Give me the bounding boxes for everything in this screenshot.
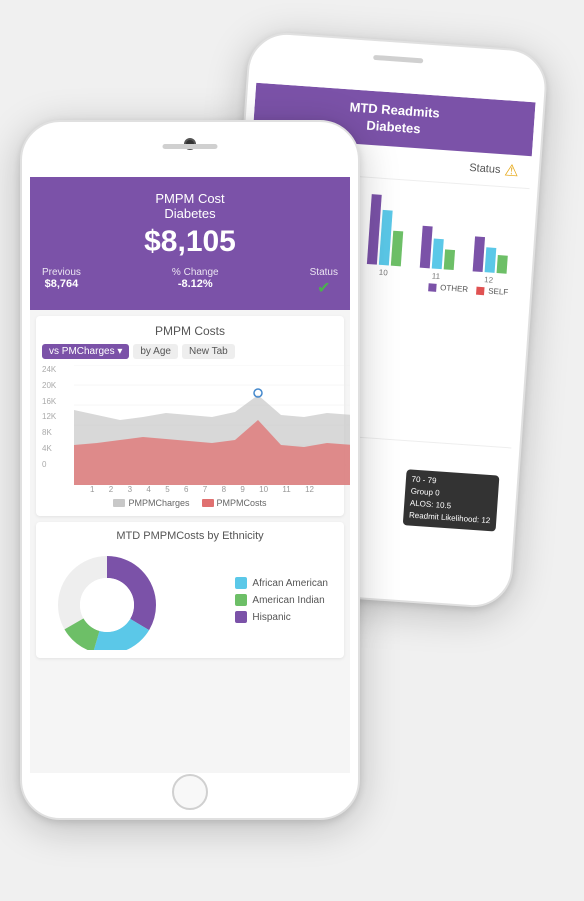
bar-label-11: 11 (432, 271, 441, 281)
y-label-0: 0 (42, 460, 66, 469)
african-american-label: African American (252, 578, 328, 589)
front-phone-home-button[interactable] (172, 774, 208, 810)
bar-segment-purple-12 (472, 236, 484, 272)
bar-segment-blue-11 (432, 238, 444, 269)
other-color-dot (428, 283, 437, 292)
donut-chart-svg (52, 550, 172, 650)
warning-icon: ⚠ (504, 160, 520, 181)
costs-legend-label: PMPMCosts (217, 498, 267, 508)
stat-pct-change: % Change -8.12% (172, 267, 219, 298)
scene: MTD Readmits Diabetes Status ⚠ (0, 0, 584, 901)
costs-legend-color (202, 499, 214, 507)
y-label-24k: 24K (42, 365, 66, 374)
bar-group-10: 10 (359, 193, 413, 278)
bar-segment-green-10 (391, 230, 403, 266)
legend-african-american: African American (235, 577, 328, 589)
back-phone-speaker (373, 55, 423, 63)
y-label-4k: 4K (42, 444, 66, 453)
pct-change-value: -8.12% (178, 278, 213, 290)
front-phone-speaker (163, 144, 218, 149)
status-ok-icon: ✔ (317, 278, 330, 298)
x-12: 12 (305, 485, 314, 494)
stat-status: Status ✔ (310, 267, 338, 298)
legend-american-indian: American Indian (235, 594, 328, 606)
bar-label-10: 10 (379, 268, 389, 278)
bubble-tooltip: 70 - 79 Group 0 ALOS: 10.5 Readmit Likel… (402, 469, 499, 531)
front-header-value: $8,105 (42, 225, 338, 259)
y-label-8k: 8K (42, 428, 66, 437)
charges-legend-label: PMPMCharges (128, 498, 189, 508)
legend-costs: PMPMCosts (202, 498, 267, 508)
area-chart-svg (66, 365, 350, 485)
bar-group-11: 11 (411, 225, 463, 282)
x-6: 6 (184, 485, 188, 494)
y-label-16k: 16K (42, 397, 66, 406)
pmpm-chart-section: PMPM Costs vs PMCharges ▾ by Age New Tab… (36, 316, 344, 516)
front-phone: PMPM Cost Diabetes $8,105 Previous $8,76… (20, 120, 360, 820)
legend-other: OTHER (428, 282, 469, 294)
pmpm-chart-title: PMPM Costs (42, 324, 338, 338)
bar-segment-green-12 (496, 255, 507, 274)
front-screen-content: PMPM Cost Diabetes $8,105 Previous $8,76… (30, 177, 350, 773)
bar-group-12: 12 (464, 236, 516, 286)
tab-new-tab[interactable]: New Tab (182, 344, 235, 359)
y-axis-labels: 24K 20K 16K 12K 8K 4K 0 (42, 365, 66, 469)
x-10: 10 (259, 485, 268, 494)
front-header-stats: Previous $8,764 % Change -8.12% Status ✔ (42, 267, 338, 298)
status-label: Status (469, 162, 501, 176)
front-header: PMPM Cost Diabetes $8,105 Previous $8,76… (30, 177, 350, 310)
bar-segment-purple-11 (420, 226, 433, 269)
x-2: 2 (109, 485, 113, 494)
hispanic-color (235, 611, 247, 623)
chart-tabs[interactable]: vs PMCharges ▾ by Age New Tab (42, 344, 338, 359)
donut-title: MTD PMPMCosts by Ethnicity (42, 530, 338, 542)
x-axis-labels: 1 2 3 4 5 6 7 8 9 10 11 12 (66, 485, 338, 494)
previous-value: $8,764 (45, 278, 79, 290)
front-phone-screen: PMPM Cost Diabetes $8,105 Previous $8,76… (30, 177, 350, 773)
front-subtitle-text: Diabetes (164, 206, 215, 221)
african-american-color (235, 577, 247, 589)
legend-charges: PMPMCharges (113, 498, 189, 508)
y-label-20k: 20K (42, 381, 66, 390)
pct-change-label: % Change (172, 267, 219, 278)
bar-label-12: 12 (484, 275, 494, 285)
tab-by-age[interactable]: by Age (133, 344, 178, 359)
status-header-label: Status (310, 267, 338, 278)
donut-section: MTD PMPMCosts by Ethnicity (36, 522, 344, 658)
front-header-title: PMPM Cost Diabetes (42, 191, 338, 221)
self-color-dot (476, 286, 485, 295)
bar-segment-green-11 (443, 249, 454, 270)
donut-content: African American American Indian Hispani… (42, 550, 338, 650)
tab-vs-pmcharges[interactable]: vs PMCharges ▾ (42, 344, 129, 359)
legend-hispanic: Hispanic (235, 611, 328, 623)
y-label-12k: 12K (42, 412, 66, 421)
american-indian-label: American Indian (252, 595, 324, 606)
x-5: 5 (165, 485, 169, 494)
front-title-text: PMPM Cost (155, 191, 224, 206)
hispanic-label: Hispanic (252, 612, 290, 623)
area-chart-wrapper: 24K 20K 16K 12K 8K 4K 0 (42, 365, 338, 485)
bar-segment-blue-12 (484, 247, 496, 273)
x-4: 4 (146, 485, 150, 494)
american-indian-color (235, 594, 247, 606)
legend-self: SELF (476, 285, 509, 296)
donut-legend: African American American Indian Hispani… (235, 577, 328, 623)
charges-legend-color (113, 499, 125, 507)
x-1: 1 (90, 485, 94, 494)
previous-label: Previous (42, 267, 81, 278)
area-chart-legend: PMPMCharges PMPMCosts (42, 498, 338, 508)
x-3: 3 (128, 485, 132, 494)
x-8: 8 (222, 485, 226, 494)
x-7: 7 (203, 485, 207, 494)
stat-previous: Previous $8,764 (42, 267, 81, 298)
x-11: 11 (282, 485, 290, 494)
x-9: 9 (240, 485, 244, 494)
